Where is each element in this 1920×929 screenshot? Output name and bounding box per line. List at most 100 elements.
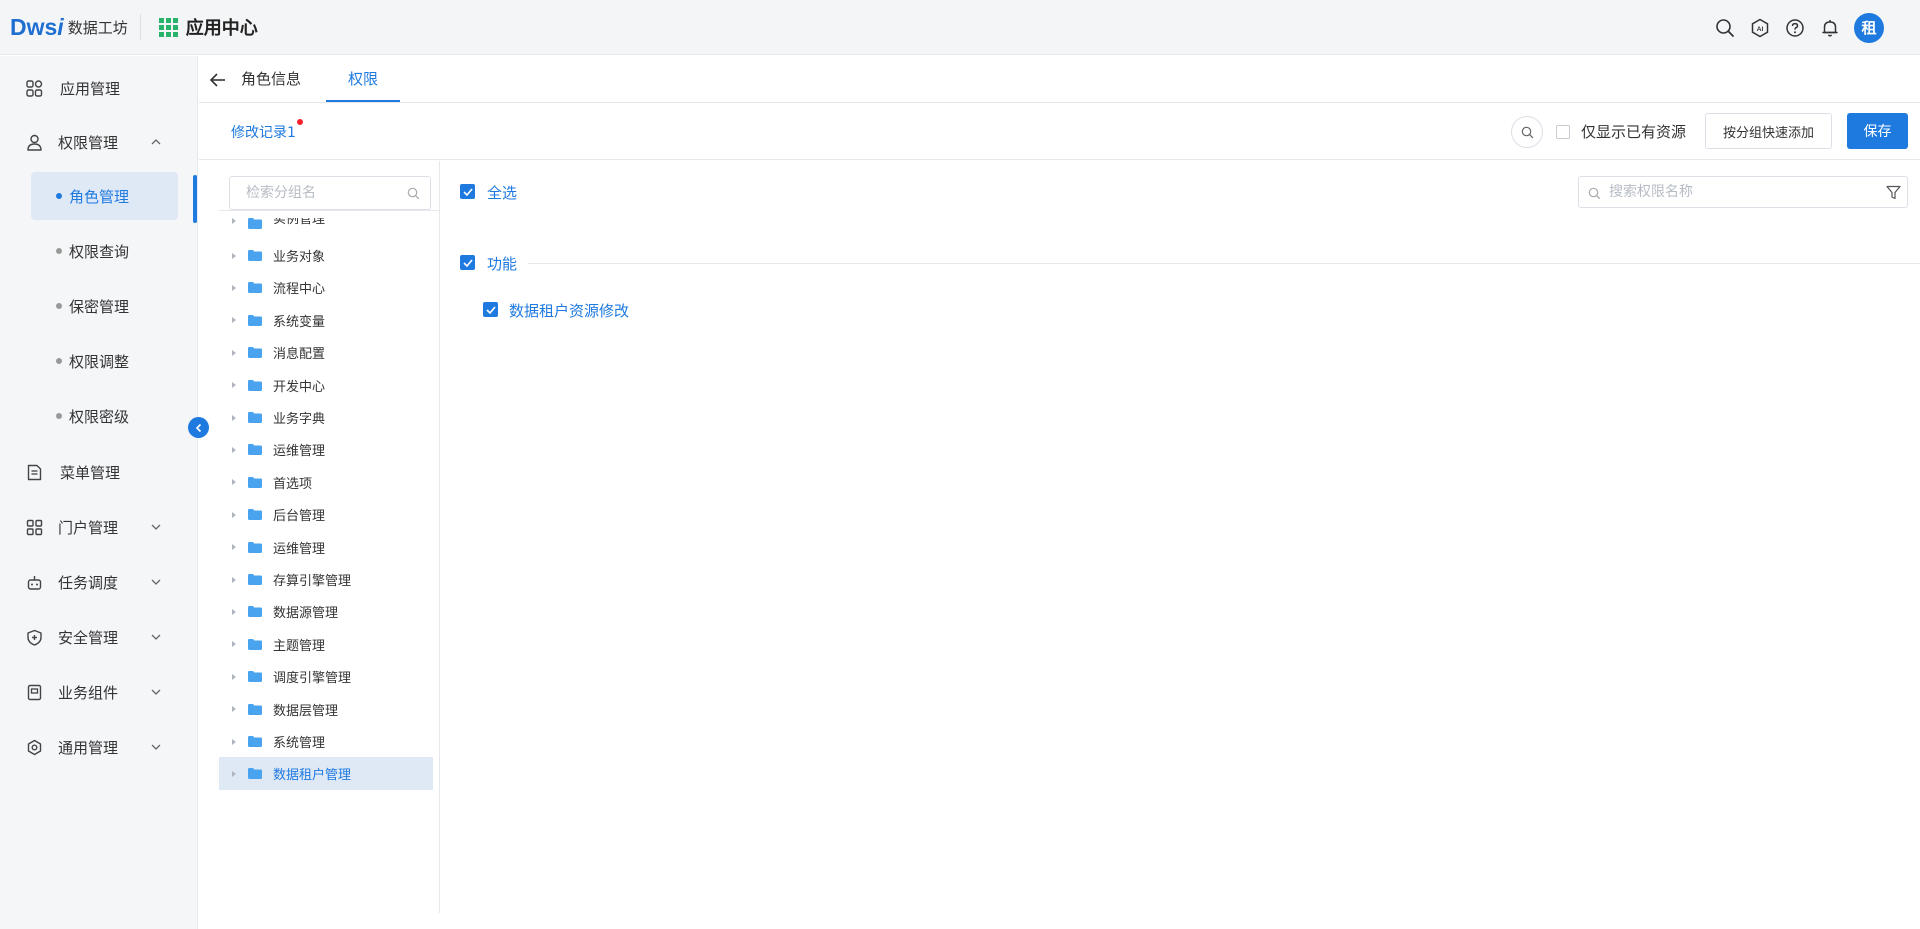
tree-row[interactable]: 系统变量 (219, 304, 433, 337)
tree-row[interactable]: 流程中心 (219, 271, 433, 304)
user-avatar[interactable]: 租 (1854, 12, 1884, 43)
sidebar-subitem-secrecy-management[interactable]: 保密管理 (31, 282, 178, 330)
sidebar-item-label: 应用管理 (60, 79, 121, 98)
select-all-label[interactable]: 全选 (487, 182, 517, 203)
dwsi-logo[interactable]: Dwsi 数据工坊 (10, 14, 128, 41)
expand-caret-icon[interactable] (232, 544, 236, 551)
app-grid-icon[interactable] (158, 17, 178, 37)
expand-caret-icon[interactable] (232, 446, 236, 453)
permission-search-box (1578, 176, 1908, 208)
tree-row-label: 系统管理 (273, 736, 326, 751)
group-search-input[interactable] (230, 177, 400, 209)
tree-row[interactable]: 首选项 (219, 466, 433, 499)
search-icon (1521, 126, 1533, 138)
expand-caret-icon[interactable] (232, 479, 236, 486)
sidebar-subitem-permission-level[interactable]: 权限密级 (31, 392, 178, 440)
expand-caret-icon[interactable] (232, 218, 236, 224)
expand-caret-icon[interactable] (232, 673, 236, 680)
folder-icon (248, 574, 262, 585)
tab-active-underline (326, 100, 400, 102)
expand-caret-icon[interactable] (232, 576, 236, 583)
sidebar-item-portal-management[interactable]: 门户管理 (0, 507, 198, 547)
sidebar-subitem-permission-query[interactable]: 权限查询 (31, 227, 178, 275)
sidebar-subitem-permission-adjust[interactable]: 权限调整 (31, 337, 178, 385)
sidebar-item-menu-management[interactable]: 菜单管理 (0, 452, 198, 492)
permission-item-checkbox[interactable] (483, 302, 498, 317)
sidebar-item-label: 菜单管理 (60, 463, 121, 482)
section-title: 功能 (487, 255, 518, 273)
tab-role-info[interactable]: 角色信息 (241, 56, 301, 102)
folder-icon (248, 282, 262, 294)
tree-row[interactable]: 数据源管理 (219, 595, 433, 628)
expand-caret-icon[interactable] (232, 706, 236, 713)
filter-icon[interactable] (1886, 185, 1901, 200)
search-toggle-button[interactable] (1511, 116, 1543, 148)
quick-add-by-group-button[interactable]: 按分组快速添加 (1705, 113, 1832, 149)
expand-caret-icon[interactable] (232, 317, 236, 324)
tree-row[interactable]: 实例管理 (219, 218, 433, 232)
sidebar-item-security-management[interactable]: 安全管理 (0, 617, 198, 657)
tree-row[interactable]: 数据租户管理 (219, 757, 433, 791)
tree-row[interactable]: 运维管理 (219, 433, 433, 466)
search-icon (1588, 187, 1601, 200)
expand-caret-icon[interactable] (232, 511, 236, 518)
save-button[interactable]: 保存 (1847, 113, 1908, 149)
shield-icon (25, 628, 43, 646)
expand-caret-icon[interactable] (232, 414, 236, 421)
expand-caret-icon[interactable] (232, 738, 236, 745)
section-checkbox[interactable] (460, 255, 475, 270)
expand-caret-icon[interactable] (232, 608, 236, 615)
tree-row[interactable]: 存算引擎管理 (219, 563, 433, 596)
collapse-sidebar-button[interactable] (188, 417, 209, 438)
modify-log-link[interactable]: 修改记录1 (231, 122, 296, 142)
select-all-checkbox[interactable] (460, 184, 475, 199)
only-show-existing-checkbox[interactable] (1556, 125, 1570, 139)
tree-row[interactable]: 开发中心 (219, 369, 433, 402)
sidebar-subitem-role-management[interactable]: 角色管理 (31, 172, 178, 220)
tree-row[interactable]: 业务对象 (219, 239, 433, 272)
chevron-down-icon[interactable] (150, 576, 162, 588)
notification-dot (297, 119, 303, 125)
tree-row[interactable]: 消息配置 (219, 336, 433, 369)
sidebar-item-app-management[interactable]: 应用管理 (0, 68, 198, 108)
sidebar-subitem-label: 保密管理 (69, 297, 130, 316)
bell-icon[interactable] (1819, 17, 1841, 39)
chevron-down-icon[interactable] (150, 686, 162, 698)
sidebar: 应用管理 权限管理 角色管理 权限查询 保密管理 权限调整 权限密级 菜单管理 (0, 56, 198, 929)
expand-caret-icon[interactable] (232, 770, 236, 777)
chevron-down-icon[interactable] (150, 741, 162, 753)
expand-caret-icon[interactable] (232, 284, 236, 291)
tree-row[interactable]: 主题管理 (219, 628, 433, 661)
tree-row[interactable]: 调度引擎管理 (219, 660, 433, 693)
tree-row[interactable]: 运维管理 (219, 531, 433, 564)
tab-permissions[interactable]: 权限 (326, 56, 400, 102)
help-icon[interactable] (1784, 17, 1806, 39)
tree-row[interactable]: 业务字典 (219, 401, 433, 434)
tree-row[interactable]: 数据层管理 (219, 693, 433, 726)
expand-caret-icon[interactable] (232, 349, 236, 356)
chevron-down-icon[interactable] (150, 521, 162, 533)
expand-caret-icon[interactable] (232, 641, 236, 648)
back-arrow-icon[interactable] (209, 72, 227, 88)
sidebar-item-label: 安全管理 (58, 628, 119, 647)
sidebar-item-task-scheduling[interactable]: 任务调度 (0, 562, 198, 602)
chevron-down-icon[interactable] (150, 631, 162, 643)
expand-caret-icon[interactable] (232, 382, 236, 389)
folder-icon (248, 671, 262, 683)
sidebar-item-label: 权限管理 (58, 133, 119, 152)
app-center-title[interactable]: 应用中心 (186, 14, 258, 40)
component-icon (25, 683, 43, 701)
expand-caret-icon[interactable] (232, 252, 236, 259)
search-icon[interactable] (1714, 17, 1736, 39)
sidebar-item-general-management[interactable]: 通用管理 (0, 727, 198, 767)
sidebar-item-business-components[interactable]: 业务组件 (0, 672, 198, 712)
only-show-existing-label[interactable]: 仅显示已有资源 (1581, 121, 1686, 142)
chevron-up-icon[interactable] (150, 136, 162, 148)
ai-icon[interactable]: AI (1749, 17, 1771, 39)
permission-item-label[interactable]: 数据租户资源修改 (509, 300, 629, 321)
sidebar-item-permission-management[interactable]: 权限管理 (0, 122, 198, 162)
tree-row[interactable]: 后台管理 (219, 498, 433, 531)
search-icon[interactable] (407, 187, 420, 200)
permission-search-input[interactable] (1609, 177, 1869, 207)
tree-row[interactable]: 系统管理 (219, 725, 433, 758)
